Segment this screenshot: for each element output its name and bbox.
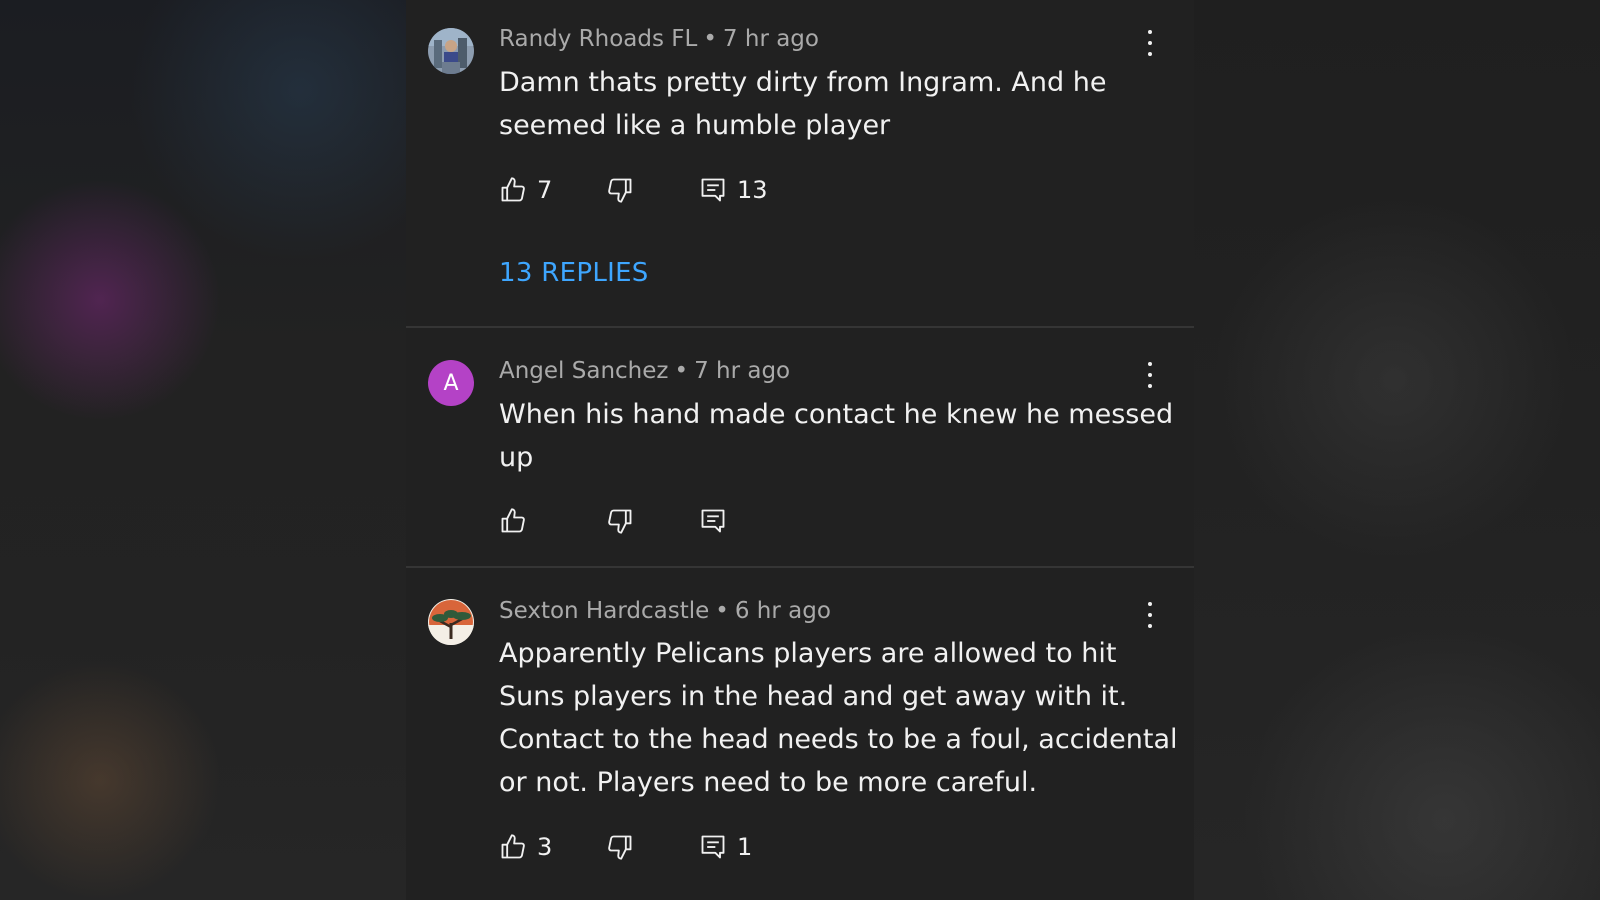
thumb-down-icon [608,835,632,860]
reply-count: 13 [737,176,768,204]
dislike-button[interactable] [606,174,634,206]
blurred-background-right [1194,0,1600,900]
timestamp: 7 hr ago [694,358,791,384]
divider [406,326,1194,328]
avatar[interactable] [428,599,474,645]
dislike-button[interactable] [606,831,634,863]
reply-icon [701,509,725,533]
author-name[interactable]: Sexton Hardcastle [499,598,709,624]
like-button[interactable]: 3 [499,831,552,863]
tree-avatar-image [428,599,474,645]
author-name[interactable]: Angel Sanchez [499,358,668,384]
more-vert-icon[interactable] [1141,28,1159,58]
reply-count: 1 [737,833,753,861]
comment-meta: Sexton Hardcastle • 6 hr ago [499,598,831,624]
like-button[interactable]: 7 [499,174,552,206]
like-count: 3 [537,833,553,861]
separator-dot: • [703,26,717,52]
comment-meta: Randy Rhoads FL • 7 hr ago [499,26,819,52]
timestamp: 7 hr ago [722,26,819,52]
blurred-background-left [0,0,406,900]
dislike-button[interactable] [606,505,634,537]
comment-text: Apparently Pelicans players are allowed … [499,638,1178,798]
like-button[interactable] [499,505,537,537]
more-vert-icon[interactable] [1141,600,1159,630]
view-replies-link[interactable]: 13 REPLIES [499,258,649,288]
separator-dot: • [715,598,729,624]
comment-text: When his hand made contact he knew he me… [499,399,1174,473]
reply-icon [701,835,725,859]
reply-button[interactable]: 13 [699,174,768,206]
more-vert-icon[interactable] [1141,360,1159,390]
avatar[interactable]: A [428,360,474,406]
thumb-up-icon [501,177,525,202]
separator-dot: • [674,358,689,384]
thumb-down-icon [608,178,632,203]
avatar[interactable] [428,28,474,74]
divider [406,566,1194,568]
author-name[interactable]: Randy Rhoads FL [499,26,697,52]
like-count: 7 [537,176,553,204]
comment-text: Damn thats pretty dirty from Ingram. And… [499,67,1107,141]
timestamp: 6 hr ago [734,598,831,624]
avatar-letter: A [443,370,459,396]
reply-button[interactable] [699,505,737,537]
reply-icon [701,178,725,202]
thumb-up-icon [501,834,525,859]
comments-panel: Randy Rhoads FL • 7 hr ago Damn thats pret… [406,0,1194,900]
thumb-up-icon [501,508,525,533]
thumb-down-icon [608,509,632,534]
screen: Randy Rhoads FL • 7 hr ago Damn thats pret… [0,0,1600,900]
reply-button[interactable]: 1 [699,831,752,863]
photo-avatar-image [428,28,474,74]
comment-meta: Angel Sanchez • 7 hr ago [499,358,790,384]
